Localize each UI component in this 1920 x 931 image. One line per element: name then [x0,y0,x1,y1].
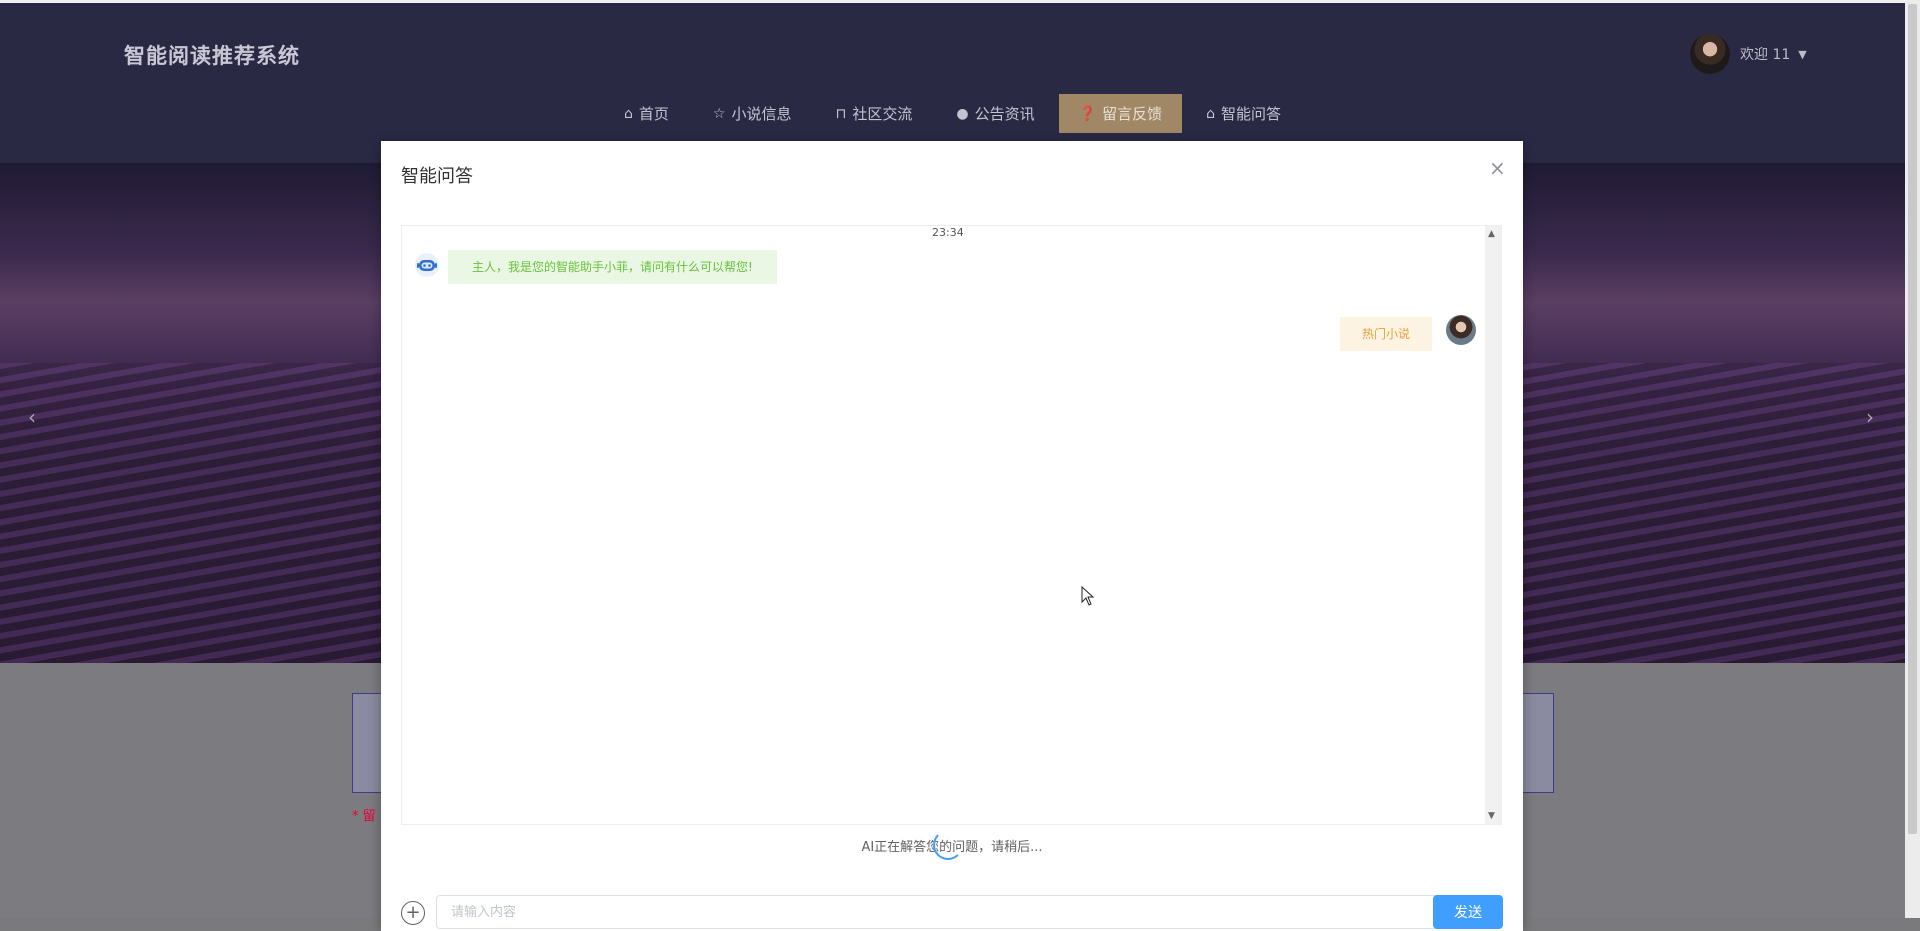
nav-label: 小说信息 [731,105,792,123]
scrollbar-thumb[interactable] [1908,4,1917,834]
required-label: * 留 [352,809,376,824]
scroll-up-icon[interactable]: ▲ [1488,229,1495,239]
welcome-text[interactable]: 欢迎 11 [1740,44,1790,64]
home-icon: ⌂ [623,105,633,122]
nav-label: 首页 [638,105,669,123]
info-icon: ● [956,105,969,122]
nav-item-feedback[interactable]: ❓ 留言反馈 [1058,94,1183,133]
user-message-bubble: 热门小说 [1340,317,1433,351]
window-top-edge [0,0,1920,3]
scroll-down-icon[interactable]: ▼ [1488,811,1495,821]
qa-dialog: 智能问答 × 23:34 主人，我是您的智能助手小菲，请问有什么可以帮您! 热门… [381,141,1523,931]
dialog-title: 智能问答 [401,166,473,187]
mouse-cursor-icon [1081,586,1095,606]
page-scrollbar[interactable] [1905,0,1920,918]
message-input[interactable] [436,895,1446,929]
add-icon[interactable]: + [401,901,425,925]
caret-down-icon[interactable]: ▼ [1798,48,1806,61]
main-nav: ⌂ 首页 ☆ 小说信息 ⊓ 社区交流 ● 公告资讯 ❓ 留言反馈 ⌂ 智能问答 [0,94,1905,134]
nav-item-novels[interactable]: ☆ 小说信息 [693,94,812,133]
avatar[interactable] [1690,34,1730,74]
bot-message-bubble: 主人，我是您的智能助手小菲，请问有什么可以帮您! [448,250,777,284]
star-icon: ☆ [712,105,726,122]
nav-item-home[interactable]: ⌂ 首页 [604,94,689,133]
robot-icon [415,253,439,277]
nav-label: 公告资讯 [974,105,1035,123]
nav-item-community[interactable]: ⊓ 社区交流 [815,94,932,133]
chat-window[interactable]: 23:34 主人，我是您的智能助手小菲，请问有什么可以帮您! 热门小说 ▲ ▼ [401,225,1502,825]
carousel-next-icon[interactable]: › [1866,405,1874,429]
close-icon[interactable]: × [1489,156,1506,180]
carousel-prev-icon[interactable]: ‹ [28,405,36,429]
loading-spinner-icon [933,830,963,860]
send-button[interactable]: 发送 [1433,895,1503,929]
top-navbar: 智能阅读推荐系统 欢迎 11 ▼ ⌂ 首页 ☆ 小说信息 ⊓ 社区交流 ● 公告… [0,0,1905,163]
nav-label: 留言反馈 [1102,105,1163,123]
chat-scrollbar[interactable]: ▲ ▼ [1485,226,1501,824]
user-avatar [1446,315,1476,345]
question-icon: ❓ [1078,105,1097,122]
bag-icon: ⊓ [835,105,847,122]
nav-label: 社区交流 [852,105,913,123]
home-icon: ⌂ [1206,105,1215,122]
message-timestamp: 23:34 [932,226,964,239]
brand-title[interactable]: 智能阅读推荐系统 [124,40,300,70]
nav-item-news[interactable]: ● 公告资讯 [936,94,1054,133]
user-menu[interactable]: 欢迎 11 ▼ [1690,34,1807,74]
nav-item-qa[interactable]: ⌂ 智能问答 [1186,94,1301,133]
nav-label: 智能问答 [1221,105,1282,123]
